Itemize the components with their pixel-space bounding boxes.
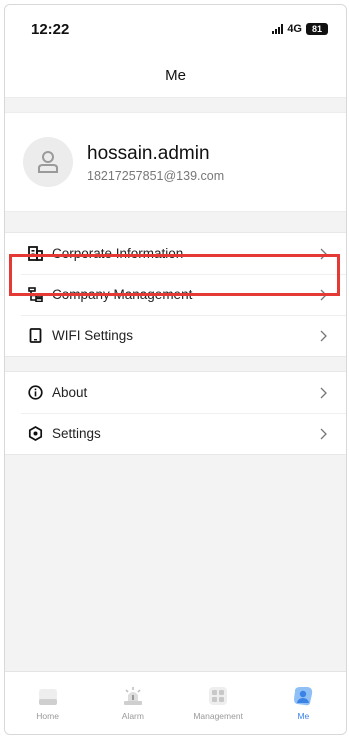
menu-label: Settings xyxy=(52,426,101,441)
settings-hexagon-icon xyxy=(27,426,43,442)
chevron-right-icon xyxy=(320,248,327,259)
tab-label: Alarm xyxy=(121,711,144,721)
signal-icon xyxy=(272,24,284,34)
page-title: Me xyxy=(165,66,186,84)
battery-level: 81 xyxy=(311,24,322,34)
menu-group-company: Corporate Information Company Management xyxy=(5,232,346,357)
management-grid-icon xyxy=(209,687,228,705)
menu-item-corporate-information[interactable]: Corporate Information xyxy=(5,233,346,274)
menu-group-app: About Settings xyxy=(5,371,346,455)
tab-home[interactable]: Home xyxy=(5,672,90,734)
alarm-icon xyxy=(123,687,142,705)
profile-card[interactable]: hossain.admin 18217257851@139.com xyxy=(5,112,346,212)
org-tree-icon xyxy=(27,287,43,303)
chevron-right-icon xyxy=(320,387,327,398)
chevron-right-icon xyxy=(320,428,327,439)
menu-item-wifi-settings[interactable]: WIFI Settings xyxy=(5,315,346,356)
home-icon xyxy=(38,689,57,705)
phone-screen: 12:22 4G 81 Me hossain.admin 18217257851… xyxy=(4,4,347,735)
menu-item-about[interactable]: About xyxy=(5,372,346,413)
profile-username: hossain.admin xyxy=(87,142,210,164)
profile-email: 18217257851@139.com xyxy=(87,168,225,183)
tab-label: Me xyxy=(297,711,310,721)
tab-bar: Home Alarm Management Me xyxy=(5,671,346,734)
tab-me[interactable]: Me xyxy=(261,672,346,734)
status-time: 12:22 xyxy=(31,20,70,38)
menu-label: WIFI Settings xyxy=(52,328,134,343)
menu-label: Corporate Information xyxy=(52,246,184,261)
avatar[interactable] xyxy=(23,137,73,187)
chevron-right-icon xyxy=(320,289,327,300)
tab-label: Home xyxy=(36,711,59,721)
phone-device-icon xyxy=(27,328,43,344)
info-icon xyxy=(27,385,43,401)
tab-management[interactable]: Management xyxy=(176,672,261,734)
menu-item-company-management[interactable]: Company Management xyxy=(5,274,346,315)
network-type: 4G xyxy=(287,23,302,35)
tab-label: Management xyxy=(193,711,243,721)
battery-icon: 81 xyxy=(306,23,328,35)
status-indicators: 4G 81 xyxy=(272,23,328,35)
menu-label: Company Management xyxy=(52,287,193,302)
menu-item-settings[interactable]: Settings xyxy=(5,413,346,454)
chevron-right-icon xyxy=(320,330,327,341)
me-profile-icon xyxy=(294,687,313,706)
status-bar: 12:22 4G 81 xyxy=(5,5,346,53)
tab-alarm[interactable]: Alarm xyxy=(90,672,175,734)
user-avatar-icon xyxy=(38,151,58,173)
nav-bar: Me xyxy=(5,53,346,98)
menu-label: About xyxy=(52,385,88,400)
building-icon xyxy=(27,246,43,262)
